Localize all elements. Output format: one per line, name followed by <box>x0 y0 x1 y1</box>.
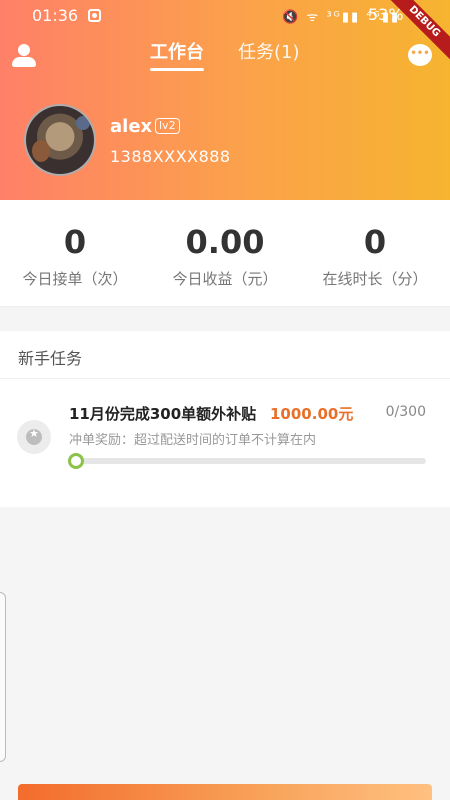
stat-earnings: 0.00 今日收益（元） <box>150 222 300 289</box>
stat-orders: 0 今日接单（次） <box>0 222 150 289</box>
stat-label: 今日接单（次） <box>22 270 128 288</box>
stat-value: 0.00 <box>185 223 265 261</box>
section-title: 新手任务 <box>18 349 83 368</box>
task-title: 11月份完成300单额外补贴 <box>69 405 257 423</box>
tab-tasks[interactable]: 任务(1) <box>238 38 300 64</box>
level-badge: lv2 <box>155 118 180 134</box>
status-bar: 01:36 🔇 ᯤ ³ᴳ▮▮ ⁴ᴳ▮▮ 53% <box>0 0 450 32</box>
stat-value: 0 <box>363 223 387 261</box>
stat-value: 0 <box>63 223 87 261</box>
medal-icon: ★ <box>17 420 51 454</box>
chat-icon[interactable]: ••• <box>408 44 432 66</box>
user-icon[interactable] <box>12 44 36 68</box>
task-reward: 1000.00元 <box>270 405 354 423</box>
bottom-action-bar[interactable] <box>18 784 432 800</box>
stat-label: 在线时长（分） <box>322 270 428 288</box>
stats-panel: 0 今日接单（次） 0.00 今日收益（元） 0 在线时长（分） <box>0 200 450 307</box>
newbie-tasks-section: 新手任务 ★ 11月份完成300单额外补贴 1000.00元 0/300 冲单奖… <box>0 331 450 507</box>
header: 01:36 🔇 ᯤ ³ᴳ▮▮ ⁴ᴳ▮▮ 53% DEBUG 工作台 任务(1) … <box>0 0 450 200</box>
task-progress-bar <box>72 458 426 464</box>
profile-phone: 1388XXXX888 <box>110 147 231 166</box>
divider <box>0 378 450 379</box>
side-drawer-handle[interactable] <box>0 592 6 762</box>
tab-workbench[interactable]: 工作台 <box>150 38 204 71</box>
app-notification-icon <box>88 9 101 22</box>
avatar[interactable] <box>24 104 96 176</box>
profile-name: alex <box>110 116 153 137</box>
stat-online-time: 0 在线时长（分） <box>300 222 450 289</box>
status-time: 01:36 <box>32 6 79 25</box>
progress-knob <box>68 453 84 469</box>
task-progress-count: 0/300 <box>385 404 426 420</box>
stat-label: 今日收益（元） <box>172 270 278 288</box>
task-description: 冲单奖励：超过配送时间的订单不计算在内 <box>69 433 317 448</box>
